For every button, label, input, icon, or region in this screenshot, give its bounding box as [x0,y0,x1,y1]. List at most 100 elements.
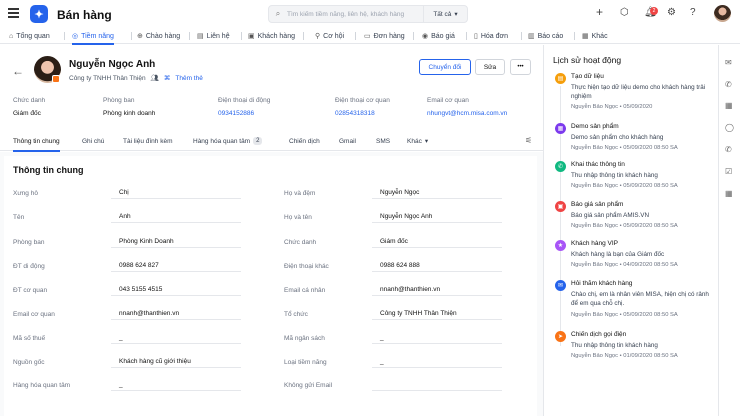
field-products-of-interest[interactable]: _ [111,378,241,391]
field-office-phone[interactable]: 043 5155 4515 [111,283,241,296]
field-salutation[interactable]: Chị [111,186,241,199]
people-icon[interactable]: 👥︎ [151,74,159,82]
activity-item[interactable]: ▦ Demo sản phẩm Demo sản phẩm cho khách … [555,123,715,155]
activity-item-title: Hỏi thăm khách hàng [571,280,633,287]
search-icon: ⌕ [275,9,281,18]
mobile-phone-link[interactable]: 0934152886 [218,110,270,117]
tab-don-hang[interactable]: ▭ Đơn hàng [364,28,405,44]
activity-item[interactable]: ★ Khách hàng VIP Khách hàng là bạn của G… [555,240,715,272]
menu-icon[interactable] [8,8,19,18]
summary-email: Email cơ quan nhungvt@hcm.misa.com.vn [427,97,507,117]
calendar-icon[interactable]: ▦ [725,189,733,198]
search-input[interactable]: Tìm kiếm tiềm năng, liên hệ, khách hàng [287,11,423,18]
activity-item[interactable]: ▤ Tạo dữ liệu Thực hiện tạo dữ liệu demo… [555,73,715,113]
box-icon[interactable]: ⬡ [620,7,629,18]
column-settings-icon[interactable]: ⚟ [525,136,532,145]
detail-tabs: Thông tin chung Ghi chú Tài liệu đính kè… [0,131,543,152]
field-mobile[interactable]: 0988 624 827 [111,259,241,272]
search-scope-dropdown[interactable]: Tất cả ▾ [423,6,467,22]
activity-item[interactable]: ✉ Hỏi thăm khách hàng Chào chị, em là nh… [555,280,715,322]
phone-icon[interactable]: ✆ [725,80,732,89]
activity-item[interactable]: ➤ Chiến dịch gọi điện Thu nhập thông tin… [555,331,715,363]
add-tag-link[interactable]: Thêm thẻ [175,75,202,82]
campaign-icon: ➤ [555,331,566,342]
tab-general-info[interactable]: Thông tin chung [13,131,60,152]
field-personal-email[interactable]: nnanh@thanthien.vn [372,283,502,296]
invoice-icon: ▯ [474,33,478,40]
tab-more[interactable]: Khác ▾ [407,131,428,151]
help-icon[interactable]: ? [690,7,696,18]
user-avatar[interactable] [714,5,731,22]
summary-value: Phòng kinh doanh [103,110,156,117]
activity-item[interactable]: ✆ Khai thác thông tin Thu nhập thông tin… [555,161,715,193]
profile-company: Công ty TNHH Thân Thiện [69,74,146,82]
field-label: Phòng ban [13,239,45,246]
tab-tong-quan[interactable]: ⌂ Tổng quan [9,28,50,44]
tab-products-of-interest[interactable]: Hàng hóa quan tâm 2 [193,131,263,151]
tag-icon: ⌘ [163,75,171,82]
field-lead-type[interactable]: _ [372,355,502,368]
customer-icon: ▣ [248,33,255,40]
search-scope-label: Tất cả [433,10,452,18]
more-actions-button[interactable]: ••• [510,59,531,75]
target-icon: ◎ [72,33,79,40]
tab-notes[interactable]: Ghi chú [82,131,104,151]
tab-label: Khách hàng [257,32,295,40]
email-link[interactable]: nhungvt@hcm.misa.com.vn [427,110,507,117]
edit-button[interactable]: Sửa [475,59,505,75]
office-phone-link[interactable]: 02854318318 [335,110,390,117]
call-icon[interactable]: ✆ [725,145,732,154]
summary-label: Chức danh [13,97,46,104]
opportunity-icon: ⚲ [315,33,321,40]
activity-item-meta: Nguyễn Bảo Ngọc • 05/09/2020 08:50 SA [571,223,678,229]
chevron-down-icon: ▾ [454,11,458,18]
activity-item-title: Demo sản phẩm [571,123,619,130]
calendar-icon[interactable]: ▦ [725,101,733,110]
activity-item-desc: Khách hàng là bạn của Giám đốc [571,251,665,258]
activity-item[interactable]: ▣ Báo giá sản phẩm Báo giá sản phẩm AMIS… [555,201,715,233]
summary-value: Giám đốc [13,110,41,117]
field-first-name[interactable]: Anh [111,210,241,223]
field-office-email[interactable]: nnanh@thanthien.vn [111,307,241,320]
tab-bao-gia[interactable]: ◉ Báo giá [422,28,455,44]
tab-tiem-nang[interactable]: ◎ Tiềm năng [72,28,114,45]
tab-gmail[interactable]: Gmail [339,131,356,151]
field-other-phone[interactable]: 0988 624 888 [372,259,502,272]
summary-department: Phòng ban Phòng kinh doanh [103,97,155,117]
field-tax-code[interactable]: _ [111,331,241,344]
field-last-middle-name[interactable]: Nguyễn Ngọc [372,186,502,199]
tab-chao-hang[interactable]: ⊕ Chào hàng [137,28,180,44]
field-department[interactable]: Phòng Kinh Doanh [111,235,241,248]
tab-label: Báo cáo [537,32,564,40]
lead-badge-icon [52,75,60,83]
gear-icon[interactable]: ⚙ [667,7,676,18]
field-source[interactable]: Khách hàng cũ giới thiệu [111,355,241,368]
quote-icon: ▣ [555,201,566,212]
field-label: Họ và đệm [284,190,316,197]
summary-mobile: Điện thoại di động 0934152886 [218,97,270,117]
tab-khach-hang[interactable]: ▣ Khách hàng [248,28,295,44]
tab-campaigns[interactable]: Chiến dịch [289,131,320,151]
tab-attachments[interactable]: Tài liệu đính kèm [123,131,173,151]
more-icon: ▦ [582,33,589,40]
field-budget-code[interactable]: _ [372,331,502,344]
add-icon[interactable]: + [596,5,603,19]
summary-office-phone: Điện thoại cơ quan 02854318318 [335,97,390,117]
task-icon[interactable]: ☑ [725,167,732,176]
tab-khac[interactable]: ▦ Khác [582,28,608,44]
tab-co-hoi[interactable]: ⚲ Cơ hội [315,28,344,44]
tab-lien-he[interactable]: ▤ Liên hệ [197,28,230,44]
tab-sms[interactable]: SMS [376,131,390,151]
global-search[interactable]: ⌕ Tìm kiếm tiềm năng, liên hệ, khách hàn… [268,5,468,23]
field-full-name[interactable]: Nguyễn Ngọc Anh [372,210,502,223]
tab-label: Tiềm năng [81,32,114,40]
back-arrow-icon[interactable]: ← [12,64,24,78]
tab-bao-cao[interactable]: ▥ Báo cáo [528,28,563,44]
tab-hoa-don[interactable]: ▯ Hóa đơn [474,28,508,44]
field-organization[interactable]: Công ty TNHH Thân Thiện [372,307,502,320]
field-job-title[interactable]: Giám đốc [372,235,502,248]
email-icon[interactable]: ✉ [725,58,732,67]
field-do-not-email[interactable] [372,378,502,391]
chat-icon[interactable]: ◯ [725,123,734,132]
convert-button[interactable]: Chuyển đổi [419,59,471,75]
